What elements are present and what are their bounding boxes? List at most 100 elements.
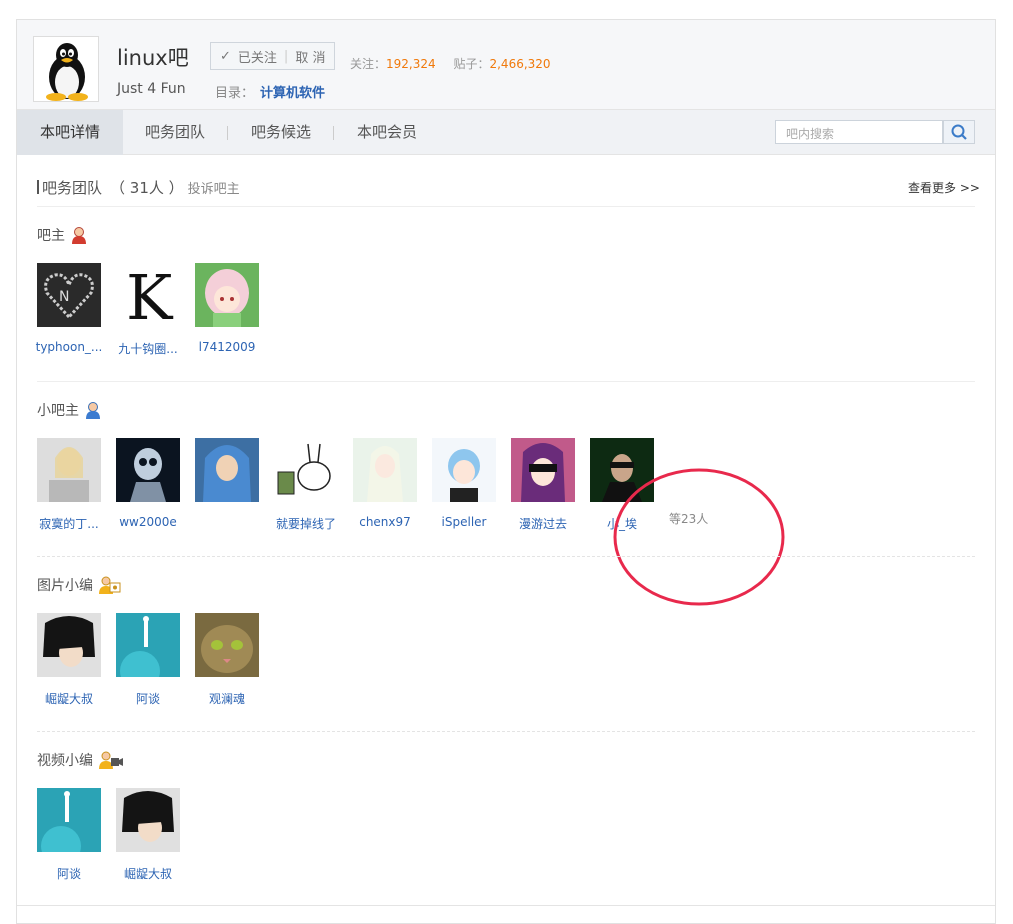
- owner-icon: [72, 227, 86, 244]
- view-more-link[interactable]: 查看更多 >>: [908, 179, 980, 196]
- tab-admin-team[interactable]: 吧务团队: [133, 110, 217, 155]
- avatar-image: [37, 613, 101, 677]
- checkmark-icon: ✓: [220, 48, 231, 64]
- member-avatar[interactable]: [195, 263, 259, 327]
- member-card[interactable]: 阿谈: [34, 788, 104, 882]
- tab-forum-members[interactable]: 本吧会员: [345, 110, 429, 155]
- member-avatar[interactable]: [37, 438, 101, 502]
- avatar-image: [195, 263, 259, 327]
- member-card[interactable]: ww2000e: [113, 438, 183, 529]
- member-avatar[interactable]: [432, 438, 496, 502]
- video-editor-icon: [99, 751, 123, 769]
- avatar-image: [37, 438, 101, 502]
- member-card[interactable]: chenx97: [350, 438, 420, 529]
- tab-admin-candidates[interactable]: 吧务候选: [239, 110, 323, 155]
- group-picture-editor: 图片小编: [37, 575, 121, 595]
- member-name[interactable]: 漫游过去: [508, 515, 578, 532]
- member-card[interactable]: K 九十钩圈...: [113, 263, 183, 357]
- forum-search-input[interactable]: 吧内搜索: [775, 120, 943, 144]
- member-card[interactable]: 崛龊大叔: [34, 613, 104, 707]
- member-card[interactable]: 观澜魂: [192, 613, 262, 707]
- member-card[interactable]: 崛龊大叔: [113, 788, 183, 882]
- avatar-image: [432, 438, 496, 502]
- member-avatar[interactable]: [274, 438, 338, 502]
- post-count-label: 贴子：: [453, 57, 490, 71]
- member-name[interactable]: 崛龊大叔: [34, 690, 104, 707]
- member-card[interactable]: l7412009: [192, 263, 262, 354]
- avatar-image: [116, 788, 180, 852]
- follow-status: 已关注: [237, 50, 277, 66]
- svg-text:K: K: [126, 263, 174, 327]
- catalog-label: 目录：: [215, 86, 255, 101]
- follow-button[interactable]: ✓ 已关注 | 取 消: [210, 42, 336, 70]
- member-avatar[interactable]: K: [116, 263, 180, 327]
- avatar-image: [116, 438, 180, 502]
- group-video-editor: 视频小编: [37, 750, 123, 770]
- member-name[interactable]: 崛龊大叔: [113, 865, 183, 882]
- member-name[interactable]: 观澜魂: [192, 690, 262, 707]
- picture-editor-icon: [99, 576, 121, 594]
- forum-slogan: Just 4 Fun: [117, 81, 186, 97]
- avatar-image: [353, 438, 417, 502]
- member-avatar[interactable]: N: [37, 263, 101, 327]
- group-divider: [37, 731, 975, 732]
- forum-logo[interactable]: [33, 36, 99, 102]
- assistant-icon: [86, 402, 100, 419]
- group-owner-label: 吧主: [37, 228, 65, 244]
- tab-divider: [227, 126, 228, 140]
- tab-forum-details[interactable]: 本吧详情: [17, 110, 123, 155]
- section-divider: [37, 206, 975, 207]
- forum-frame: linux吧 ✓ 已关注 | 取 消 关注：192,324 贴子：2,466,3…: [16, 19, 996, 924]
- tab-divider: [333, 126, 334, 140]
- avatar-image: K: [116, 263, 180, 327]
- member-avatar[interactable]: [195, 613, 259, 677]
- member-avatar[interactable]: [37, 613, 101, 677]
- member-card[interactable]: 漫游过去: [508, 438, 578, 532]
- member-name[interactable]: 九十钩圈...: [113, 340, 183, 357]
- member-card[interactable]: 阿谈: [113, 613, 183, 707]
- member-name[interactable]: 阿谈: [34, 865, 104, 882]
- group-divider: [37, 381, 975, 382]
- forum-catalog: 目录： 计算机软件: [215, 82, 325, 101]
- member-avatar[interactable]: [116, 788, 180, 852]
- title-bar: [37, 180, 39, 194]
- avatar-image: N: [37, 263, 101, 327]
- member-avatar[interactable]: [511, 438, 575, 502]
- red-circle-annotation: [613, 468, 785, 606]
- group-video-editor-label: 视频小编: [37, 753, 93, 769]
- member-avatar[interactable]: [116, 438, 180, 502]
- member-card[interactable]: N typhoon_...: [34, 263, 104, 354]
- complain-link[interactable]: 投诉吧主: [188, 182, 240, 197]
- search-button[interactable]: [943, 120, 975, 144]
- member-name[interactable]: l7412009: [192, 340, 262, 354]
- member-name[interactable]: iSpeller: [429, 515, 499, 529]
- post-count: 2,466,320: [489, 57, 551, 71]
- member-card[interactable]: 寂寞的丁...: [34, 438, 104, 532]
- avatar-image: [274, 438, 338, 502]
- avatar-image: [511, 438, 575, 502]
- follow-separator: |: [283, 48, 289, 64]
- forum-title[interactable]: linux吧: [117, 42, 189, 72]
- member-avatar[interactable]: [116, 613, 180, 677]
- group-assistant-label: 小吧主: [37, 403, 79, 419]
- member-name[interactable]: chenx97: [350, 515, 420, 529]
- group-divider: [37, 556, 975, 557]
- member-name[interactable]: 寂寞的丁...: [34, 515, 104, 532]
- svg-text:N: N: [59, 289, 69, 305]
- member-card[interactable]: 就要掉线了: [271, 438, 341, 532]
- member-card[interactable]: [192, 438, 262, 515]
- member-name[interactable]: typhoon_...: [34, 340, 104, 354]
- avatar-image: [37, 788, 101, 852]
- member-avatar[interactable]: [37, 788, 101, 852]
- unfollow-button[interactable]: 取 消: [295, 47, 325, 66]
- avatar-image: [116, 613, 180, 677]
- group-assistant: 小吧主: [37, 400, 101, 420]
- member-name[interactable]: 就要掉线了: [271, 515, 341, 532]
- catalog-link[interactable]: 计算机软件: [260, 86, 325, 101]
- tux-penguin-icon: [46, 43, 88, 101]
- member-avatar[interactable]: [353, 438, 417, 502]
- member-name[interactable]: ww2000e: [113, 515, 183, 529]
- member-card[interactable]: iSpeller: [429, 438, 499, 529]
- member-name[interactable]: 阿谈: [113, 690, 183, 707]
- member-avatar[interactable]: [195, 438, 259, 502]
